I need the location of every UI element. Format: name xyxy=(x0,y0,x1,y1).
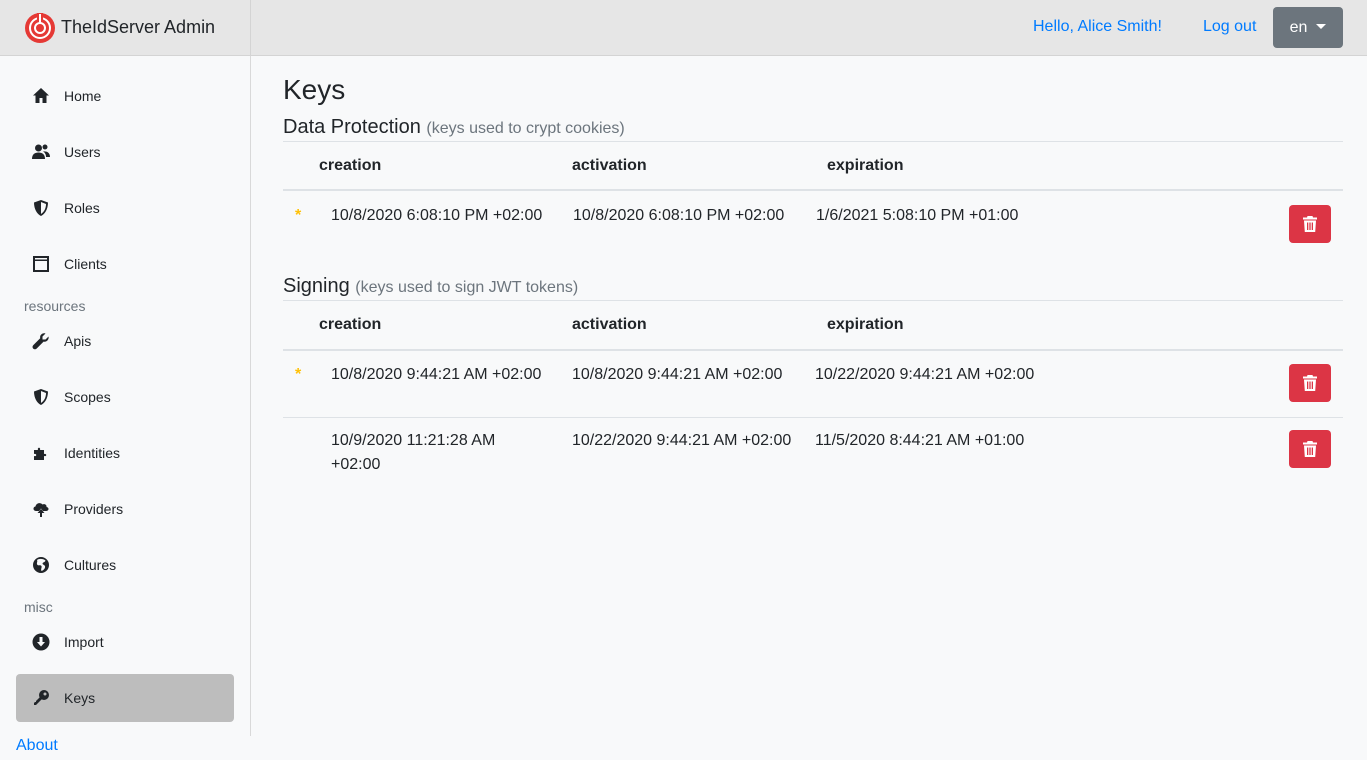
cloud-upload-icon xyxy=(32,500,50,518)
sidebar-item-cultures[interactable]: Cultures xyxy=(16,541,234,589)
sidebar-item-scopes[interactable]: Scopes xyxy=(16,373,234,421)
globe-icon xyxy=(32,556,50,574)
puzzle-icon xyxy=(32,444,50,462)
column-header-creation: creation xyxy=(319,157,382,174)
divider xyxy=(283,141,1343,142)
section-label-misc: misc xyxy=(24,599,53,615)
section-subtitle: (keys used to crypt cookies) xyxy=(426,120,625,137)
sidebar-item-import[interactable]: Import xyxy=(16,618,234,666)
delete-key-button[interactable] xyxy=(1289,430,1331,468)
shield-icon xyxy=(32,199,50,217)
delete-key-button[interactable] xyxy=(1289,205,1331,243)
sidebar-item-label: Import xyxy=(64,634,104,650)
sidebar-item-label: Home xyxy=(64,88,102,104)
data-protection-heading: Data Protection (keys used to crypt cook… xyxy=(283,116,625,139)
sidebar-item-users[interactable]: Users xyxy=(16,128,234,176)
divider xyxy=(283,189,1343,191)
divider xyxy=(283,417,1343,418)
trash-icon xyxy=(1303,375,1317,391)
section-subtitle: (keys used to sign JWT tokens) xyxy=(355,279,579,296)
column-header-creation: creation xyxy=(319,316,382,333)
sidebar-item-label: Identities xyxy=(64,445,121,461)
key-activation: 10/8/2020 6:08:10 PM +02:00 xyxy=(573,207,785,224)
download-icon xyxy=(32,633,50,651)
divider xyxy=(283,300,1343,301)
logout-link[interactable]: Log out xyxy=(1203,18,1256,36)
sidebar-item-identities[interactable]: Identities xyxy=(16,429,234,477)
section-title: Signing xyxy=(283,275,350,297)
delete-key-button[interactable] xyxy=(1289,364,1331,402)
language-label: en xyxy=(1289,18,1308,36)
window-icon xyxy=(32,255,50,273)
top-navbar: TheIdServer Admin Hello, Alice Smith! Lo… xyxy=(0,0,1367,56)
key-icon xyxy=(32,689,50,707)
language-dropdown-button[interactable]: en xyxy=(1273,7,1343,48)
divider xyxy=(283,349,1343,351)
sidebar-item-label: Clients xyxy=(64,256,107,272)
user-greeting-link[interactable]: Hello, Alice Smith! xyxy=(1033,18,1162,36)
sidebar-item-label: Apis xyxy=(64,333,92,349)
section-label-resources: resources xyxy=(24,298,86,314)
brand-logo-icon xyxy=(25,12,55,43)
sidebar-item-label: Cultures xyxy=(64,557,117,573)
brand[interactable]: TheIdServer Admin xyxy=(0,0,251,55)
app-title: TheIdServer Admin xyxy=(61,17,216,37)
sidebar-item-providers[interactable]: Providers xyxy=(16,485,234,533)
sidebar-item-label: Keys xyxy=(64,690,96,706)
signing-heading: Signing (keys used to sign JWT tokens) xyxy=(283,275,578,298)
trash-icon xyxy=(1303,441,1317,457)
sidebar-item-label: Providers xyxy=(64,501,124,517)
sidebar-item-roles[interactable]: Roles xyxy=(16,184,234,232)
section-title: Data Protection xyxy=(283,116,421,138)
caret-down-icon xyxy=(1316,24,1327,29)
sidebar-item-clients[interactable]: Clients xyxy=(16,240,234,288)
about-link[interactable]: About xyxy=(16,737,58,755)
sidebar-item-label: Users xyxy=(64,144,101,160)
shield-icon xyxy=(32,388,50,406)
key-creation: 10/8/2020 9:44:21 AM +02:00 xyxy=(331,366,542,383)
column-header-activation: activation xyxy=(572,157,647,174)
home-icon xyxy=(32,87,50,105)
key-activation: 10/8/2020 9:44:21 AM +02:00 xyxy=(572,366,783,383)
current-key-star: * xyxy=(295,207,302,224)
key-activation: 10/22/2020 9:44:21 AM +02:00 xyxy=(572,432,792,449)
current-key-star: * xyxy=(295,366,302,383)
key-creation-line1: 10/9/2020 11:21:28 AM xyxy=(331,432,496,449)
wrench-icon xyxy=(32,332,50,350)
column-header-expiration: expiration xyxy=(827,316,904,333)
key-expiration: 1/6/2021 5:08:10 PM +01:00 xyxy=(816,207,1019,224)
sidebar-item-keys[interactable]: Keys xyxy=(16,674,234,722)
sidebar-item-apis[interactable]: Apis xyxy=(16,317,234,365)
key-expiration: 10/22/2020 9:44:21 AM +02:00 xyxy=(815,366,1035,383)
key-creation: 10/8/2020 6:08:10 PM +02:00 xyxy=(331,207,543,224)
users-icon xyxy=(32,143,50,161)
trash-icon xyxy=(1303,216,1317,232)
key-creation-line2: +02:00 xyxy=(331,456,381,473)
sidebar-item-label: Scopes xyxy=(64,389,111,405)
column-header-expiration: expiration xyxy=(827,157,904,174)
sidebar-item-home[interactable]: Home xyxy=(16,72,234,120)
sidebar-item-label: Roles xyxy=(64,200,100,216)
page-title: Keys xyxy=(283,74,346,105)
column-header-activation: activation xyxy=(572,316,647,333)
key-expiration: 11/5/2020 8:44:21 AM +01:00 xyxy=(815,432,1025,449)
